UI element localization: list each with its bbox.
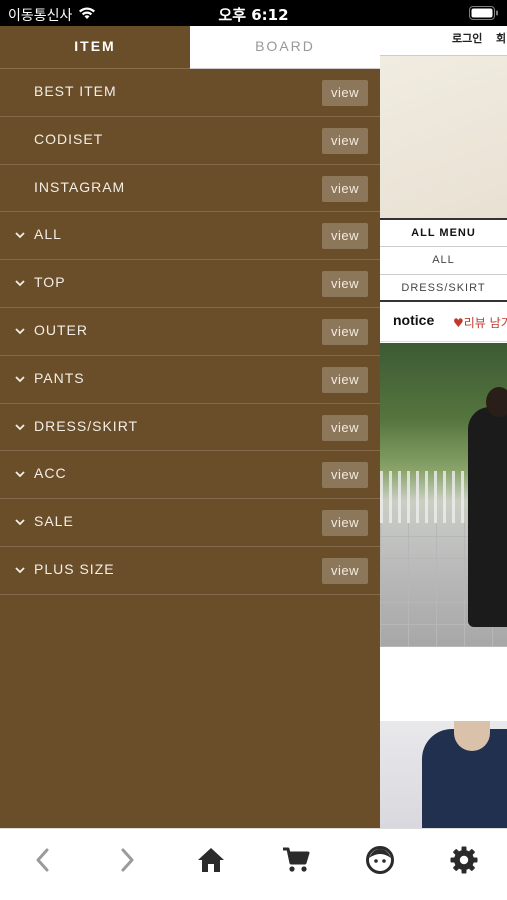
category-list: BEST ITEM view CODISET view INSTAGRAM view ALL… — [0, 69, 380, 595]
bottom-toolbar — [0, 828, 507, 900]
login-link[interactable]: 로그인 — [452, 30, 482, 46]
chevron-down-icon[interactable] — [14, 468, 26, 480]
notice-bar[interactable]: notice ♥리뷰 남기 — [380, 304, 507, 342]
review-link[interactable]: ♥리뷰 남기 — [453, 314, 507, 331]
chevron-down-icon[interactable] — [14, 229, 26, 241]
category-label: OUTER — [34, 321, 88, 338]
category-item[interactable]: DRESS/SKIRT view — [0, 404, 380, 452]
category-label: DRESS/SKIRT — [34, 417, 139, 434]
category-item[interactable]: INSTAGRAM view — [0, 165, 380, 213]
category-drawer: ITEM BOARD BEST ITEM view CODISET view INSTA… — [0, 26, 380, 828]
view-button[interactable]: view — [322, 557, 368, 584]
category-label: SALE — [34, 513, 74, 530]
chevron-down-icon[interactable] — [14, 325, 26, 337]
category-item[interactable]: PLUS SIZE view — [0, 547, 380, 595]
chevron-down-icon[interactable] — [14, 516, 26, 528]
profile-icon[interactable] — [365, 845, 395, 875]
page-header — [380, 26, 507, 56]
category-label: INSTAGRAM — [34, 178, 126, 195]
view-button[interactable]: view — [322, 271, 368, 298]
menu-link-all[interactable]: ALL — [380, 246, 507, 274]
chevron-down-icon[interactable] — [14, 373, 26, 385]
product-photo[interactable] — [380, 343, 507, 647]
view-button[interactable]: view — [322, 414, 368, 441]
clock: 오후 6:12 — [218, 6, 289, 24]
menu-link-dress-skirt[interactable]: DRESS/SKIRT — [380, 274, 507, 302]
category-item[interactable]: ALL view — [0, 212, 380, 261]
tab-item[interactable]: ITEM — [0, 26, 190, 69]
chevron-down-icon[interactable] — [14, 564, 26, 576]
view-button[interactable]: view — [322, 127, 368, 154]
category-item[interactable]: CODISET view — [0, 117, 380, 165]
product-photo-2[interactable] — [380, 721, 507, 828]
category-label: CODISET — [34, 130, 104, 147]
all-menu-title: ALL MENU — [380, 218, 507, 246]
view-button[interactable]: view — [322, 80, 368, 106]
category-item[interactable]: PANTS view — [0, 356, 380, 404]
view-button[interactable]: view — [322, 175, 368, 202]
view-button[interactable]: view — [322, 366, 368, 393]
category-label: PLUS SIZE — [34, 560, 115, 577]
home-icon[interactable] — [196, 845, 226, 875]
hero-banner[interactable] — [380, 56, 507, 218]
category-label: TOP — [34, 274, 66, 291]
settings-icon[interactable] — [449, 845, 479, 875]
category-item[interactable]: SALE view — [0, 499, 380, 547]
category-label: ACC — [34, 465, 67, 482]
join-link[interactable]: 회 — [496, 30, 506, 46]
notice-label: notice — [393, 312, 435, 328]
back-icon[interactable] — [28, 845, 58, 875]
category-item[interactable]: OUTER view — [0, 308, 380, 356]
category-item[interactable]: TOP view — [0, 260, 380, 308]
category-label: PANTS — [34, 369, 85, 386]
tab-board[interactable]: BOARD — [190, 26, 380, 69]
category-item[interactable]: BEST ITEM view — [0, 69, 380, 117]
view-button[interactable]: view — [322, 223, 368, 250]
category-label: BEST ITEM — [34, 83, 117, 99]
chevron-down-icon[interactable] — [14, 277, 26, 289]
view-button[interactable]: view — [322, 462, 368, 489]
status-bar: 이동통신사 오후 6:12 — [0, 0, 507, 26]
view-button[interactable]: view — [322, 318, 368, 345]
view-button[interactable]: view — [322, 510, 368, 537]
forward-icon[interactable] — [112, 845, 142, 875]
drawer-tabs: ITEM BOARD — [0, 26, 380, 69]
cart-icon[interactable] — [281, 845, 311, 875]
category-item[interactable]: ACC view — [0, 451, 380, 500]
chevron-down-icon[interactable] — [14, 421, 26, 433]
category-label: ALL — [34, 226, 62, 243]
battery-icon — [469, 6, 498, 20]
